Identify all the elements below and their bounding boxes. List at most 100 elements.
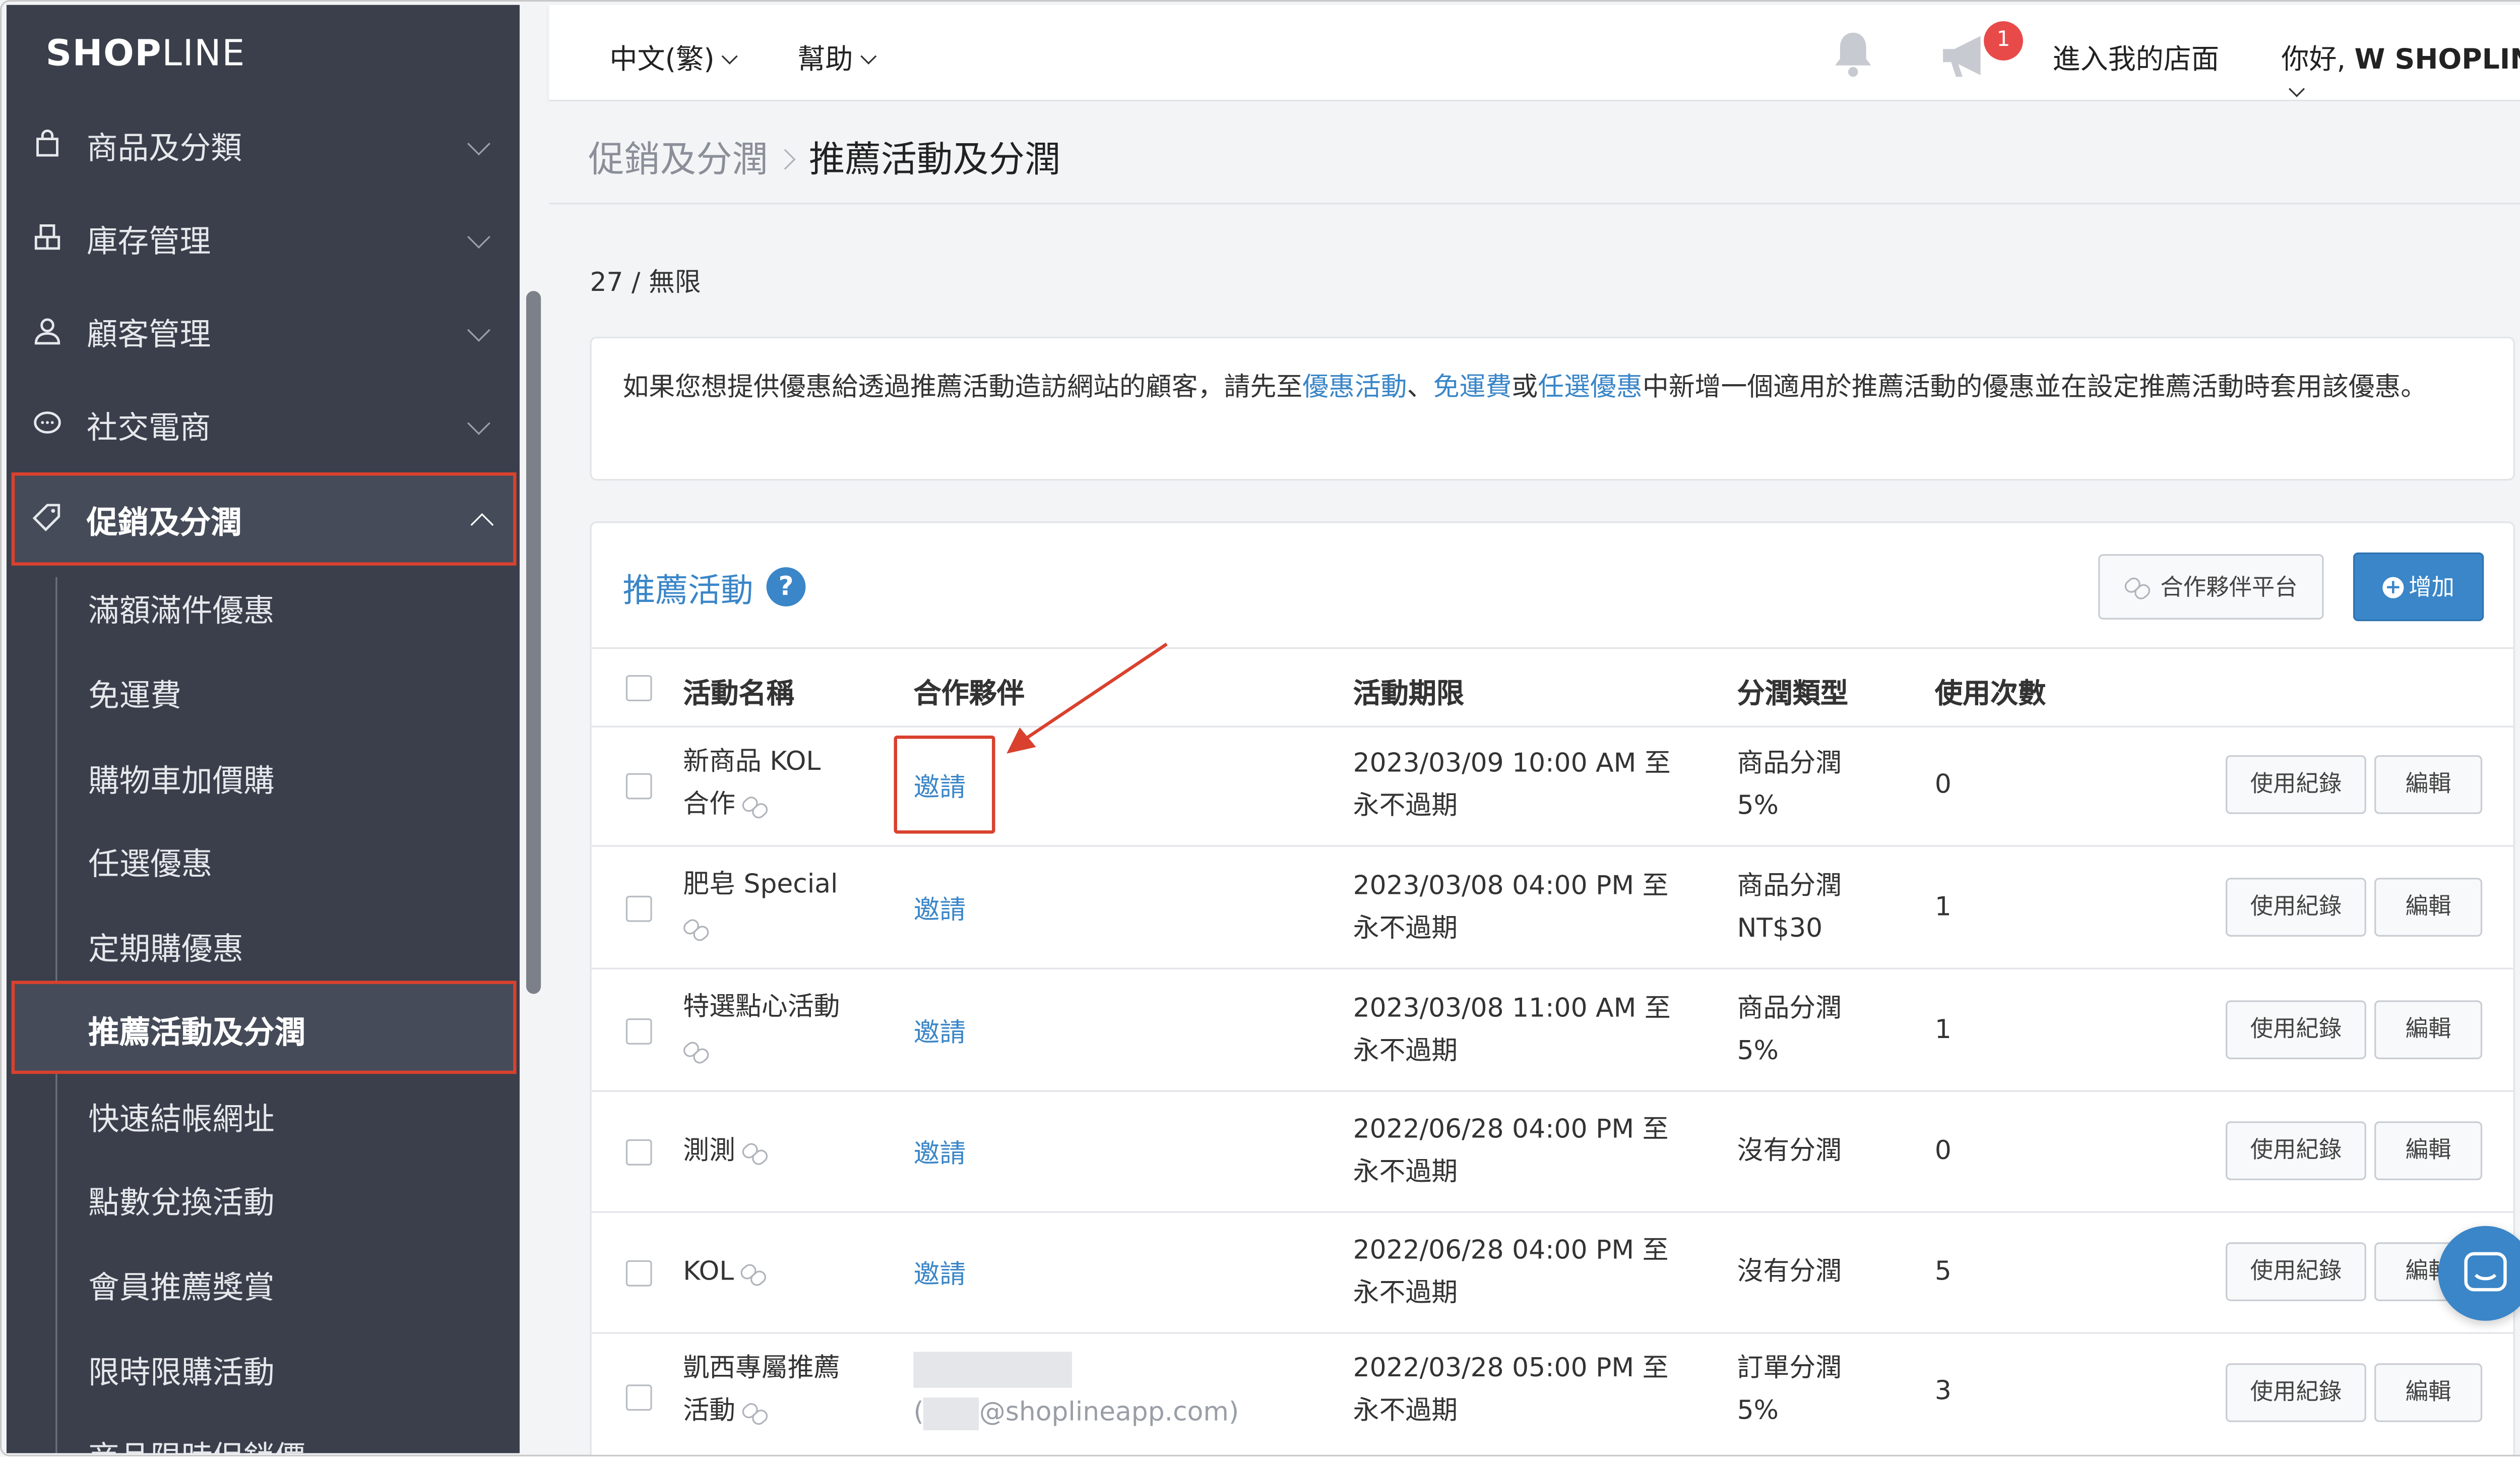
select-all-checkbox[interactable] (625, 675, 652, 701)
partner-email: (@shoplineapp.com) (913, 1391, 1239, 1433)
submenu-item[interactable]: 購物車加價購 (7, 734, 520, 819)
link-icon[interactable] (740, 1264, 767, 1281)
submenu-item[interactable]: 點數兌換活動 (7, 1156, 520, 1241)
submenu-item[interactable]: 任選優惠 (7, 817, 520, 902)
chevron-down-icon (467, 132, 490, 156)
campaign-name[interactable]: 測測 (683, 1129, 768, 1172)
row-checkbox[interactable] (625, 1018, 652, 1045)
help-icon[interactable]: ? (766, 567, 806, 606)
bell-icon[interactable] (1829, 28, 1877, 80)
link-icon[interactable] (742, 1404, 768, 1420)
invite-link[interactable]: 邀請 (913, 1010, 966, 1050)
invite-link[interactable]: 邀請 (913, 888, 966, 927)
column-header-type: 分潤類型 (1737, 678, 1849, 711)
campaign-period: 2022/03/28 05:00 PM 至永不過期 (1353, 1352, 1669, 1426)
breadcrumb: 促銷及分潤 推薦活動及分潤 (588, 131, 1060, 183)
main-content: 促銷及分潤 推薦活動及分潤 27 / 無限 如果您想提供優惠給透過推薦活動造訪網站… (549, 101, 2520, 1456)
usage-log-button[interactable]: 使用紀錄 (2226, 878, 2366, 937)
sidebar-item-products[interactable]: 商品及分類 (7, 100, 520, 188)
column-header-name[interactable]: 活動名稱 (683, 670, 794, 711)
row-checkbox[interactable] (625, 773, 652, 800)
language-dropdown[interactable]: 中文(繁) (609, 36, 738, 77)
usage-log-button[interactable]: 使用紀錄 (2226, 1363, 2366, 1422)
submenu-item[interactable]: 免運費 (7, 649, 520, 734)
row-checkbox[interactable] (625, 1260, 652, 1287)
edit-button[interactable]: 編輯 (2374, 878, 2483, 937)
commission-type: 商品分潤 NT$30 (1737, 869, 1842, 943)
enter-store-link[interactable]: 進入我的店面 (2052, 36, 2219, 77)
submenu-item[interactable]: 定期購優惠 (7, 902, 520, 988)
usage-log-button[interactable]: 使用紀錄 (2226, 755, 2366, 814)
usage-count: 1 (1934, 1013, 1951, 1045)
sidebar-item-customers[interactable]: 顧客管理 (7, 286, 520, 374)
info-notice: 如果您想提供優惠給透過推薦活動造訪網站的顧客，請先至優惠活動、免運費或任選優惠中… (590, 336, 2515, 481)
add-button[interactable]: + 增加 (2353, 552, 2484, 622)
campaign-name[interactable]: 特選點心活動 (683, 986, 840, 1071)
submenu-item[interactable]: 滿額滿件優惠 (7, 564, 520, 649)
edit-button[interactable]: 編輯 (2374, 755, 2483, 814)
row-checkbox[interactable] (625, 1384, 652, 1411)
redacted-partner-name (913, 1352, 1072, 1388)
chevron-right-icon (775, 149, 796, 170)
help-dropdown[interactable]: 幫助 (797, 36, 877, 77)
column-header-period[interactable]: 活動期限 (1353, 670, 1464, 711)
shopline-logo[interactable]: SHOPLINE (46, 34, 245, 75)
commission-type: 沒有分潤 (1737, 1134, 1842, 1166)
submenu-item-referral[interactable]: 推薦活動及分潤 (11, 981, 517, 1074)
sidebar-scrollbar[interactable] (526, 291, 541, 994)
edit-button[interactable]: 編輯 (2374, 1121, 2483, 1180)
table-header: 活動名稱 合作夥伴 活動期限 分潤類型 使用次數 (591, 647, 2513, 727)
breadcrumb-parent[interactable]: 促銷及分潤 (588, 141, 768, 181)
plus-icon: + (2382, 575, 2404, 598)
sidebar-item-inventory[interactable]: 庫存管理 (7, 193, 520, 281)
partner-platform-button[interactable]: 合作夥伴平台 (2098, 554, 2324, 620)
usage-count: 0 (1934, 1134, 1951, 1166)
sidebar-item-promotions[interactable]: 促銷及分潤 (11, 472, 517, 566)
campaign-name[interactable]: 新商品 KOL 合作 (683, 741, 821, 826)
edit-button[interactable]: 編輯 (2374, 1000, 2483, 1060)
campaign-name[interactable]: 肥皂 Special (683, 863, 838, 948)
link-icon[interactable] (742, 797, 768, 813)
submenu-item[interactable]: 快速結帳網址 (7, 1072, 520, 1158)
campaign-period: 2023/03/08 04:00 PM 至永不過期 (1353, 869, 1669, 943)
commission-type: 商品分潤 5% (1737, 992, 1842, 1066)
submenu-item[interactable]: 限時限購活動 (7, 1326, 520, 1411)
submenu-item[interactable]: 商品限時促銷價 (7, 1411, 520, 1453)
usage-log-button[interactable]: 使用紀錄 (2226, 1242, 2366, 1301)
shopping-bag-icon (36, 129, 58, 157)
promotion-link[interactable]: 優惠活動 (1302, 371, 1407, 402)
invite-link[interactable]: 邀請 (913, 1252, 966, 1292)
usage-count: 3 (1934, 1374, 1951, 1406)
chevron-down-icon (2289, 81, 2305, 97)
campaign-name[interactable]: 凱西專屬推薦 活動 (683, 1347, 840, 1432)
campaign-name[interactable]: KOL (683, 1250, 767, 1293)
link-icon[interactable] (683, 1042, 709, 1058)
row-checkbox[interactable] (625, 895, 652, 922)
referral-panel: 推薦活動 ? 合作夥伴平台 + 增加 活動名稱 合作夥伴 活動期限 分潤類型 使用… (590, 521, 2515, 1456)
usage-log-button[interactable]: 使用紀錄 (2226, 1121, 2366, 1180)
link-icon[interactable] (683, 920, 709, 936)
table-row: 特選點心活動 邀請 2023/03/08 11:00 AM 至永不過期 商品分潤… (591, 969, 2513, 1092)
table-row: 測測 邀請 2022/06/28 04:00 PM 至永不過期 沒有分潤 0 使… (591, 1092, 2513, 1213)
usage-count: 5 (1934, 1255, 1951, 1287)
invite-link[interactable]: 邀請 (913, 1131, 966, 1171)
chevron-down-icon (467, 225, 490, 249)
panel-title: 推薦活動 (622, 570, 753, 610)
usage-count: 0 (1934, 768, 1951, 800)
usage-log-button[interactable]: 使用紀錄 (2226, 1000, 2366, 1060)
link-icon[interactable] (742, 1143, 768, 1160)
user-menu[interactable]: 你好, W SHOPLINE (2281, 36, 2520, 109)
submenu-item[interactable]: 會員推薦獎賞 (7, 1241, 520, 1326)
inventory-icon (34, 224, 60, 250)
redacted-email-prefix (923, 1396, 979, 1430)
edit-button[interactable]: 編輯 (2374, 1363, 2483, 1422)
bundle-link[interactable]: 任選優惠 (1538, 371, 1643, 402)
chevron-down-icon (467, 319, 490, 342)
commission-type: 訂單分潤 5% (1737, 1352, 1842, 1426)
free-shipping-link[interactable]: 免運費 (1433, 371, 1512, 402)
chevron-down-icon (467, 411, 490, 435)
column-header-uses[interactable]: 使用次數 (1935, 670, 2046, 711)
table-row: KOL 邀請 2022/06/28 04:00 PM 至永不過期 沒有分潤 5 … (591, 1213, 2513, 1334)
row-checkbox[interactable] (625, 1139, 652, 1166)
sidebar-item-social-commerce[interactable]: 社交電商 (7, 379, 520, 467)
